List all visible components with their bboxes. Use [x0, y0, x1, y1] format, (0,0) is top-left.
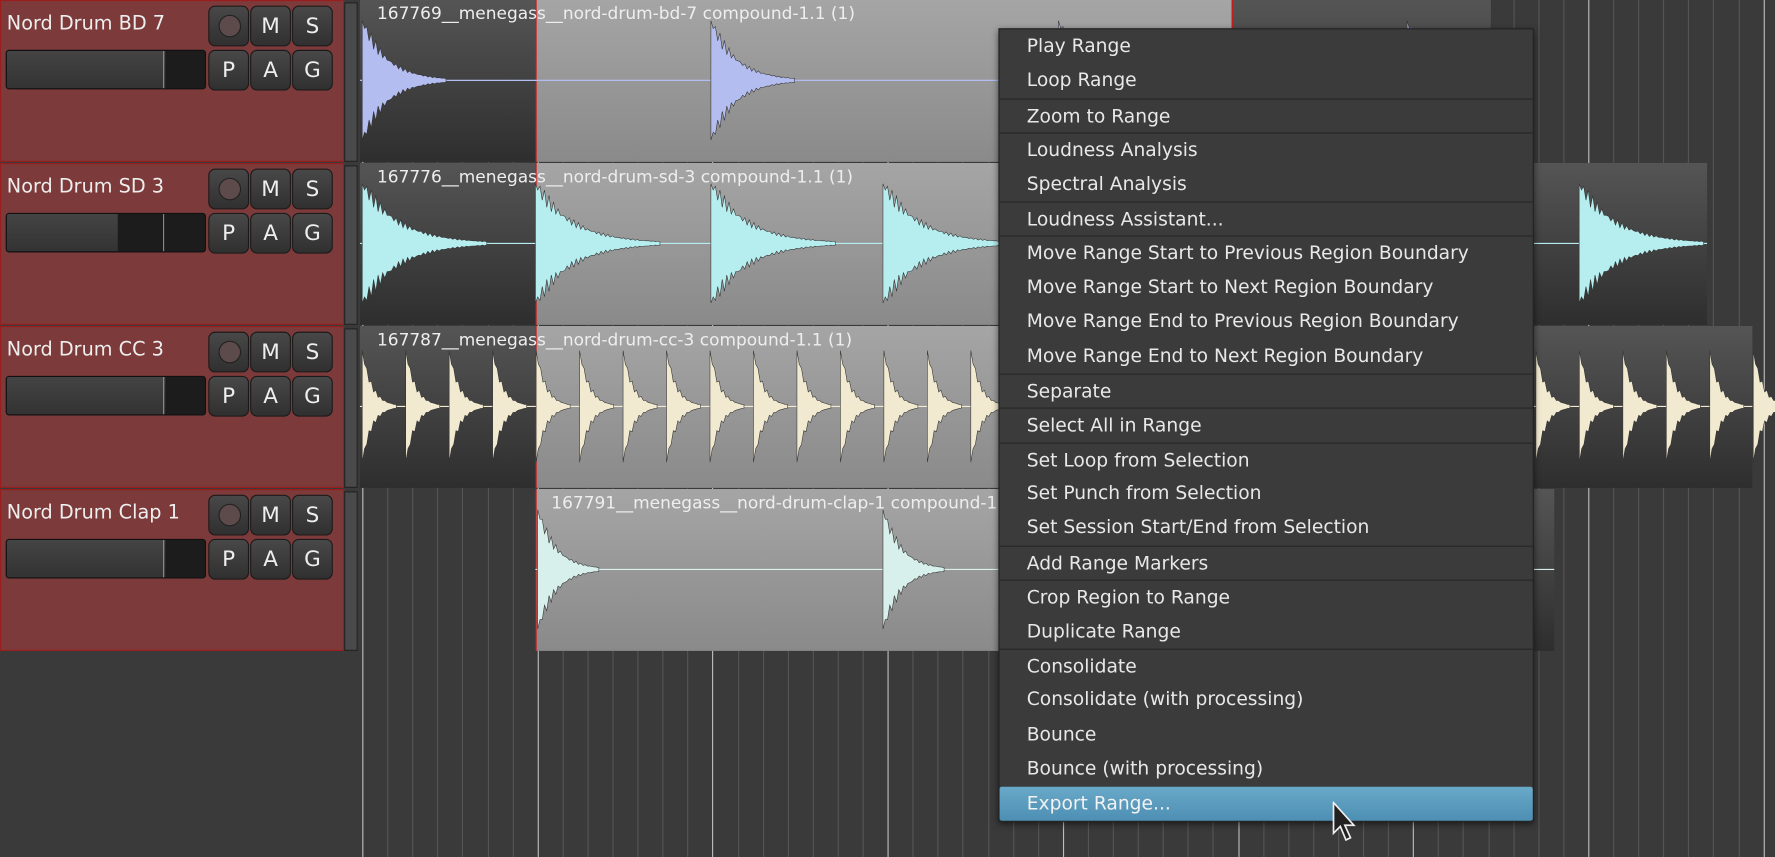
menu-item-bounce[interactable]: Bounce: [1000, 717, 1533, 751]
range-context-menu: Play Range Loop Range Zoom to Range Loudnes…: [998, 28, 1534, 822]
mouse-cursor-icon: [1332, 801, 1356, 842]
menu-item-move-range-start-to-next-region-boundary[interactable]: Move Range Start to Next Region Boundary: [1000, 270, 1533, 304]
menu-item-export-range[interactable]: Export Range...: [999, 786, 1533, 821]
menu-item-spectral-analysis[interactable]: Spectral Analysis: [1000, 167, 1533, 201]
menu-item-move-range-end-to-next-region-boundary[interactable]: Move Range End to Next Region Boundary: [1000, 339, 1533, 373]
menu-item-add-range-markers[interactable]: Add Range Markers: [999, 545, 1533, 579]
menu-item-bounce-with-processing[interactable]: Bounce (with processing): [1000, 752, 1533, 786]
menu-item-loudness-assistant[interactable]: Loudness Assistant...: [999, 201, 1533, 235]
region-name: 167776__menegass__nord-drum-sd-3 compoun…: [376, 166, 854, 187]
menu-item-zoom-to-range[interactable]: Zoom to Range: [999, 98, 1533, 132]
editor-window: Nord Drum BD 7 M S P A G 167769__menegass…: [0, 0, 1775, 857]
menu-item-loudness-analysis[interactable]: Loudness Analysis: [999, 132, 1533, 167]
region-name: 167791__menegass__nord-drum-clap-1 compo…: [551, 492, 1043, 513]
menu-item-crop-region-to-range[interactable]: Crop Region to Range: [999, 579, 1533, 614]
menu-item-move-range-end-to-previous-region-boundary[interactable]: Move Range End to Previous Region Bounda…: [1000, 305, 1533, 339]
menu-item-set-session-start-end-from-selection[interactable]: Set Session Start/End from Selection: [1000, 511, 1533, 545]
menu-item-consolidate-with-processing[interactable]: Consolidate (with processing): [1000, 683, 1533, 717]
menu-item-consolidate[interactable]: Consolidate: [999, 648, 1533, 683]
menu-item-select-all-in-range[interactable]: Select All in Range: [999, 407, 1533, 442]
menu-item-loop-range[interactable]: Loop Range: [1000, 64, 1533, 98]
menu-item-duplicate-range[interactable]: Duplicate Range: [1000, 614, 1533, 648]
menu-item-play-range[interactable]: Play Range: [1000, 29, 1533, 63]
menu-item-set-loop-from-selection[interactable]: Set Loop from Selection: [999, 442, 1533, 476]
menu-item-move-range-start-to-previous-region-boundary[interactable]: Move Range Start to Previous Region Boun…: [999, 235, 1533, 270]
region-name: 167787__menegass__nord-drum-cc-3 compoun…: [376, 329, 853, 350]
menu-item-set-punch-from-selection[interactable]: Set Punch from Selection: [1000, 477, 1533, 511]
menu-item-separate[interactable]: Separate: [999, 373, 1533, 407]
region-name: 167769__menegass__nord-drum-bd-7 compoun…: [376, 3, 855, 24]
